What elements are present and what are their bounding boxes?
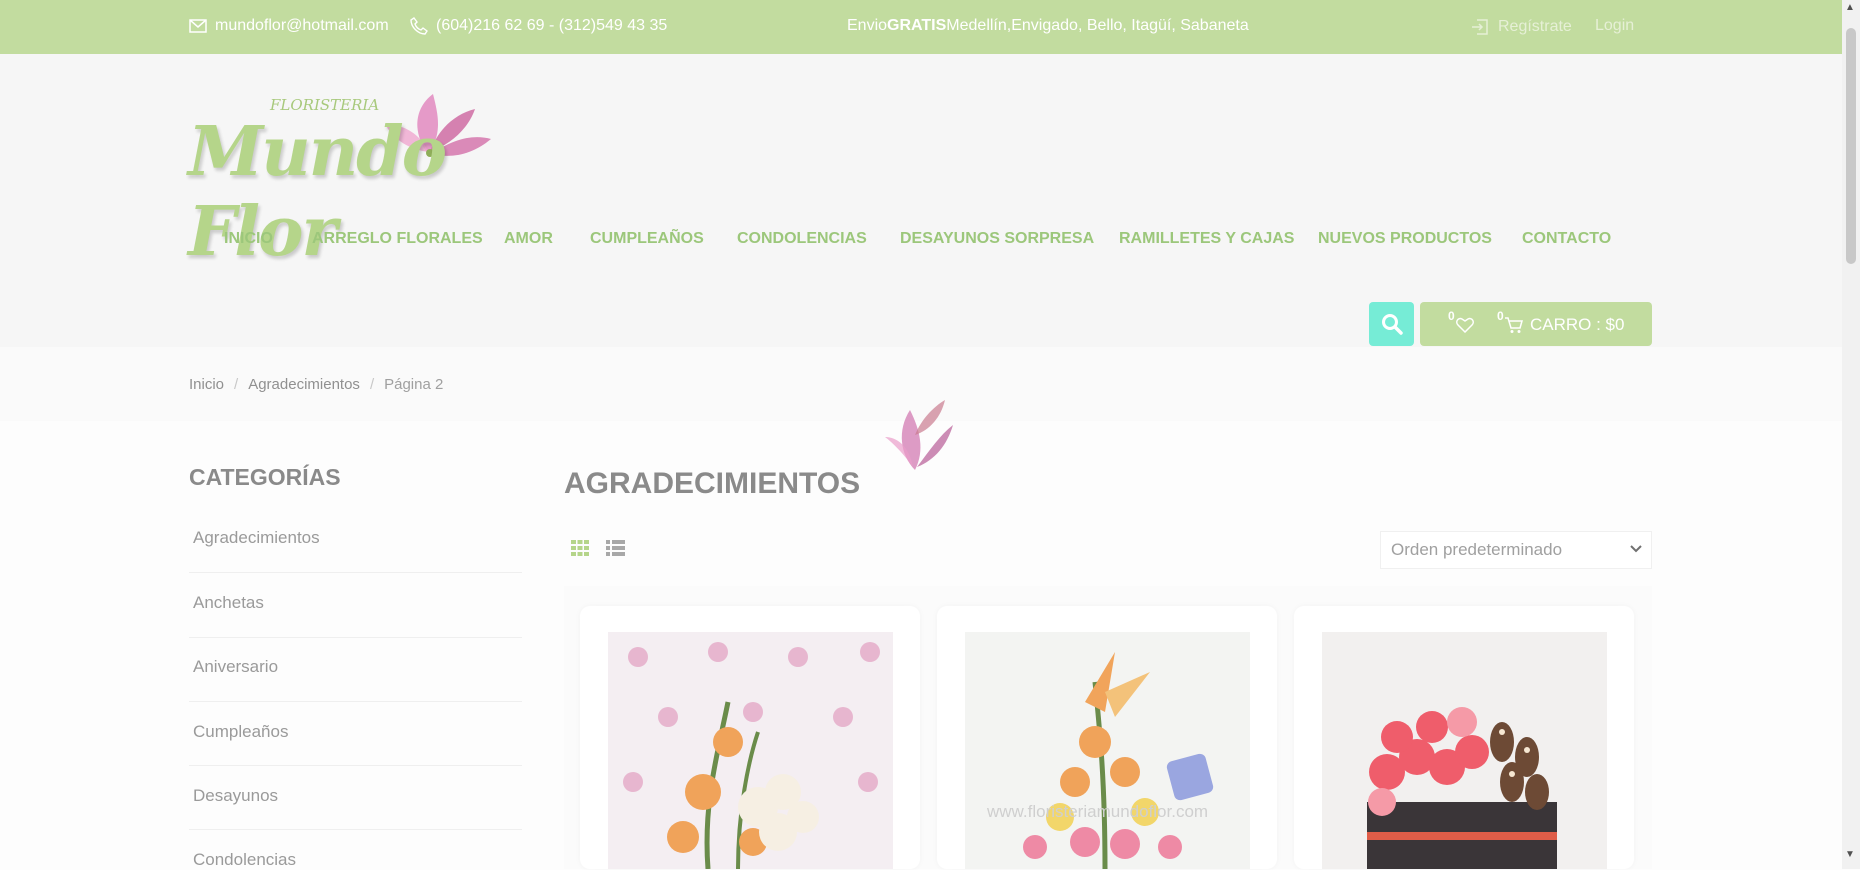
register-link[interactable]: Regístrate [1470, 17, 1572, 37]
scroll-up-icon[interactable]: ▲ [1845, 2, 1855, 13]
shipping-cities: Medellín,Envigado, Bello, Itagüí, Sabane… [946, 17, 1249, 34]
nav-nuevos-productos[interactable]: NUEVOS PRODUCTOS [1318, 230, 1492, 248]
shipping-free: GRATIS [887, 17, 947, 34]
register-label: Regístrate [1498, 18, 1572, 35]
nav-desayunos-sorpresa[interactable]: DESAYUNOS SORPRESA [900, 230, 1094, 248]
search-icon [1381, 314, 1403, 335]
wishlist-count: 0 [1448, 309, 1455, 323]
breadcrumb-inicio[interactable]: Inicio [189, 376, 224, 393]
product-watermark: www.floristeriamundoflor.com [987, 802, 1209, 821]
divider [189, 572, 522, 573]
nav-ramilletes-y-cajas[interactable]: RAMILLETES Y CAJAS [1119, 230, 1294, 248]
list-view-icon[interactable] [606, 540, 625, 556]
product-image[interactable]: www.floristeriamundoflor.com [965, 632, 1250, 869]
email-contact[interactable]: mundoflor@hotmail.com [189, 17, 389, 35]
nav-cumpleanos[interactable]: CUMPLEAÑOS [590, 230, 704, 248]
category-aniversario[interactable]: Aniversario [193, 657, 523, 677]
phone-text: (604)216 62 69 - (312)549 43 35 [436, 17, 668, 34]
cart-icon [1505, 317, 1523, 333]
divider [189, 701, 522, 702]
cart-label: CARRO : $0 [1530, 315, 1625, 334]
product-card[interactable] [1294, 606, 1634, 869]
divider [189, 829, 522, 830]
product-image[interactable] [1322, 632, 1607, 869]
breadcrumb: Inicio / Agradecimientos / Página 2 [189, 376, 443, 393]
page-title: AGRADECIMIENTOS [564, 467, 861, 500]
breadcrumb-separator: / [234, 376, 239, 393]
nav-arreglo-florales[interactable]: ARREGLO FLORALES [312, 230, 483, 248]
category-desayunos[interactable]: Desayunos [193, 786, 523, 806]
grid-view-icon[interactable] [571, 540, 589, 556]
email-text: mundoflor@hotmail.com [215, 17, 389, 34]
phone-icon [410, 17, 428, 35]
categories-title: CATEGORÍAS [189, 464, 341, 490]
login-icon [1472, 19, 1488, 35]
category-agradecimientos[interactable]: Agradecimientos [193, 528, 523, 548]
logo[interactable]: FLORISTERIA Mundo Flor [188, 84, 578, 272]
top-bar: mundoflor@hotmail.com (604)216 62 69 - (… [0, 0, 1842, 54]
divider [189, 637, 522, 638]
site-header: FLORISTERIA Mundo Flor INICIO ARREGLO FL… [0, 54, 1842, 347]
scrollbar-thumb[interactable] [1846, 28, 1856, 264]
flower-decoration [885, 400, 953, 470]
nav-amor[interactable]: AMOR [504, 230, 553, 248]
category-anchetas[interactable]: Anchetas [193, 593, 523, 613]
mail-icon [189, 19, 207, 33]
product-card[interactable] [580, 606, 920, 869]
scroll-down-icon[interactable]: ▼ [1845, 849, 1855, 860]
category-cumpleanos[interactable]: Cumpleaños [193, 722, 523, 742]
divider [189, 765, 522, 766]
nav-contacto[interactable]: CONTACTO [1522, 230, 1611, 248]
phone-contact[interactable]: (604)216 62 69 - (312)549 43 35 [410, 17, 667, 35]
breadcrumb-separator: / [369, 376, 375, 393]
shipping-info: Envio GRATIS Medellín,Envigado, Bello, I… [847, 17, 1249, 35]
heart-icon [1456, 317, 1474, 333]
search-button[interactable] [1369, 302, 1414, 346]
category-condolencias[interactable]: Condolencias [193, 850, 523, 870]
sort-select[interactable]: Orden predeterminado [1380, 531, 1652, 569]
product-image[interactable] [608, 632, 893, 869]
login-label: Login [1595, 17, 1635, 34]
sort-selected-value: Orden predeterminado [1391, 540, 1563, 559]
logo-script-text: Mundo Flor [188, 112, 447, 272]
cart-button[interactable]: 0 0 CARRO : $0 [1420, 302, 1652, 346]
breadcrumb-agradecimientos[interactable]: Agradecimientos [248, 376, 360, 393]
chevron-down-icon [1629, 539, 1643, 564]
breadcrumb-current: Página 2 [384, 376, 444, 393]
nav-condolencias[interactable]: CONDOLENCIAS [737, 230, 867, 248]
login-link[interactable]: Login [1595, 17, 1634, 35]
shipping-prefix: Envio [847, 17, 888, 34]
nav-inicio[interactable]: INICIO [224, 230, 273, 248]
product-card[interactable]: www.floristeriamundoflor.com [937, 606, 1277, 869]
cart-count: 0 [1497, 309, 1504, 323]
